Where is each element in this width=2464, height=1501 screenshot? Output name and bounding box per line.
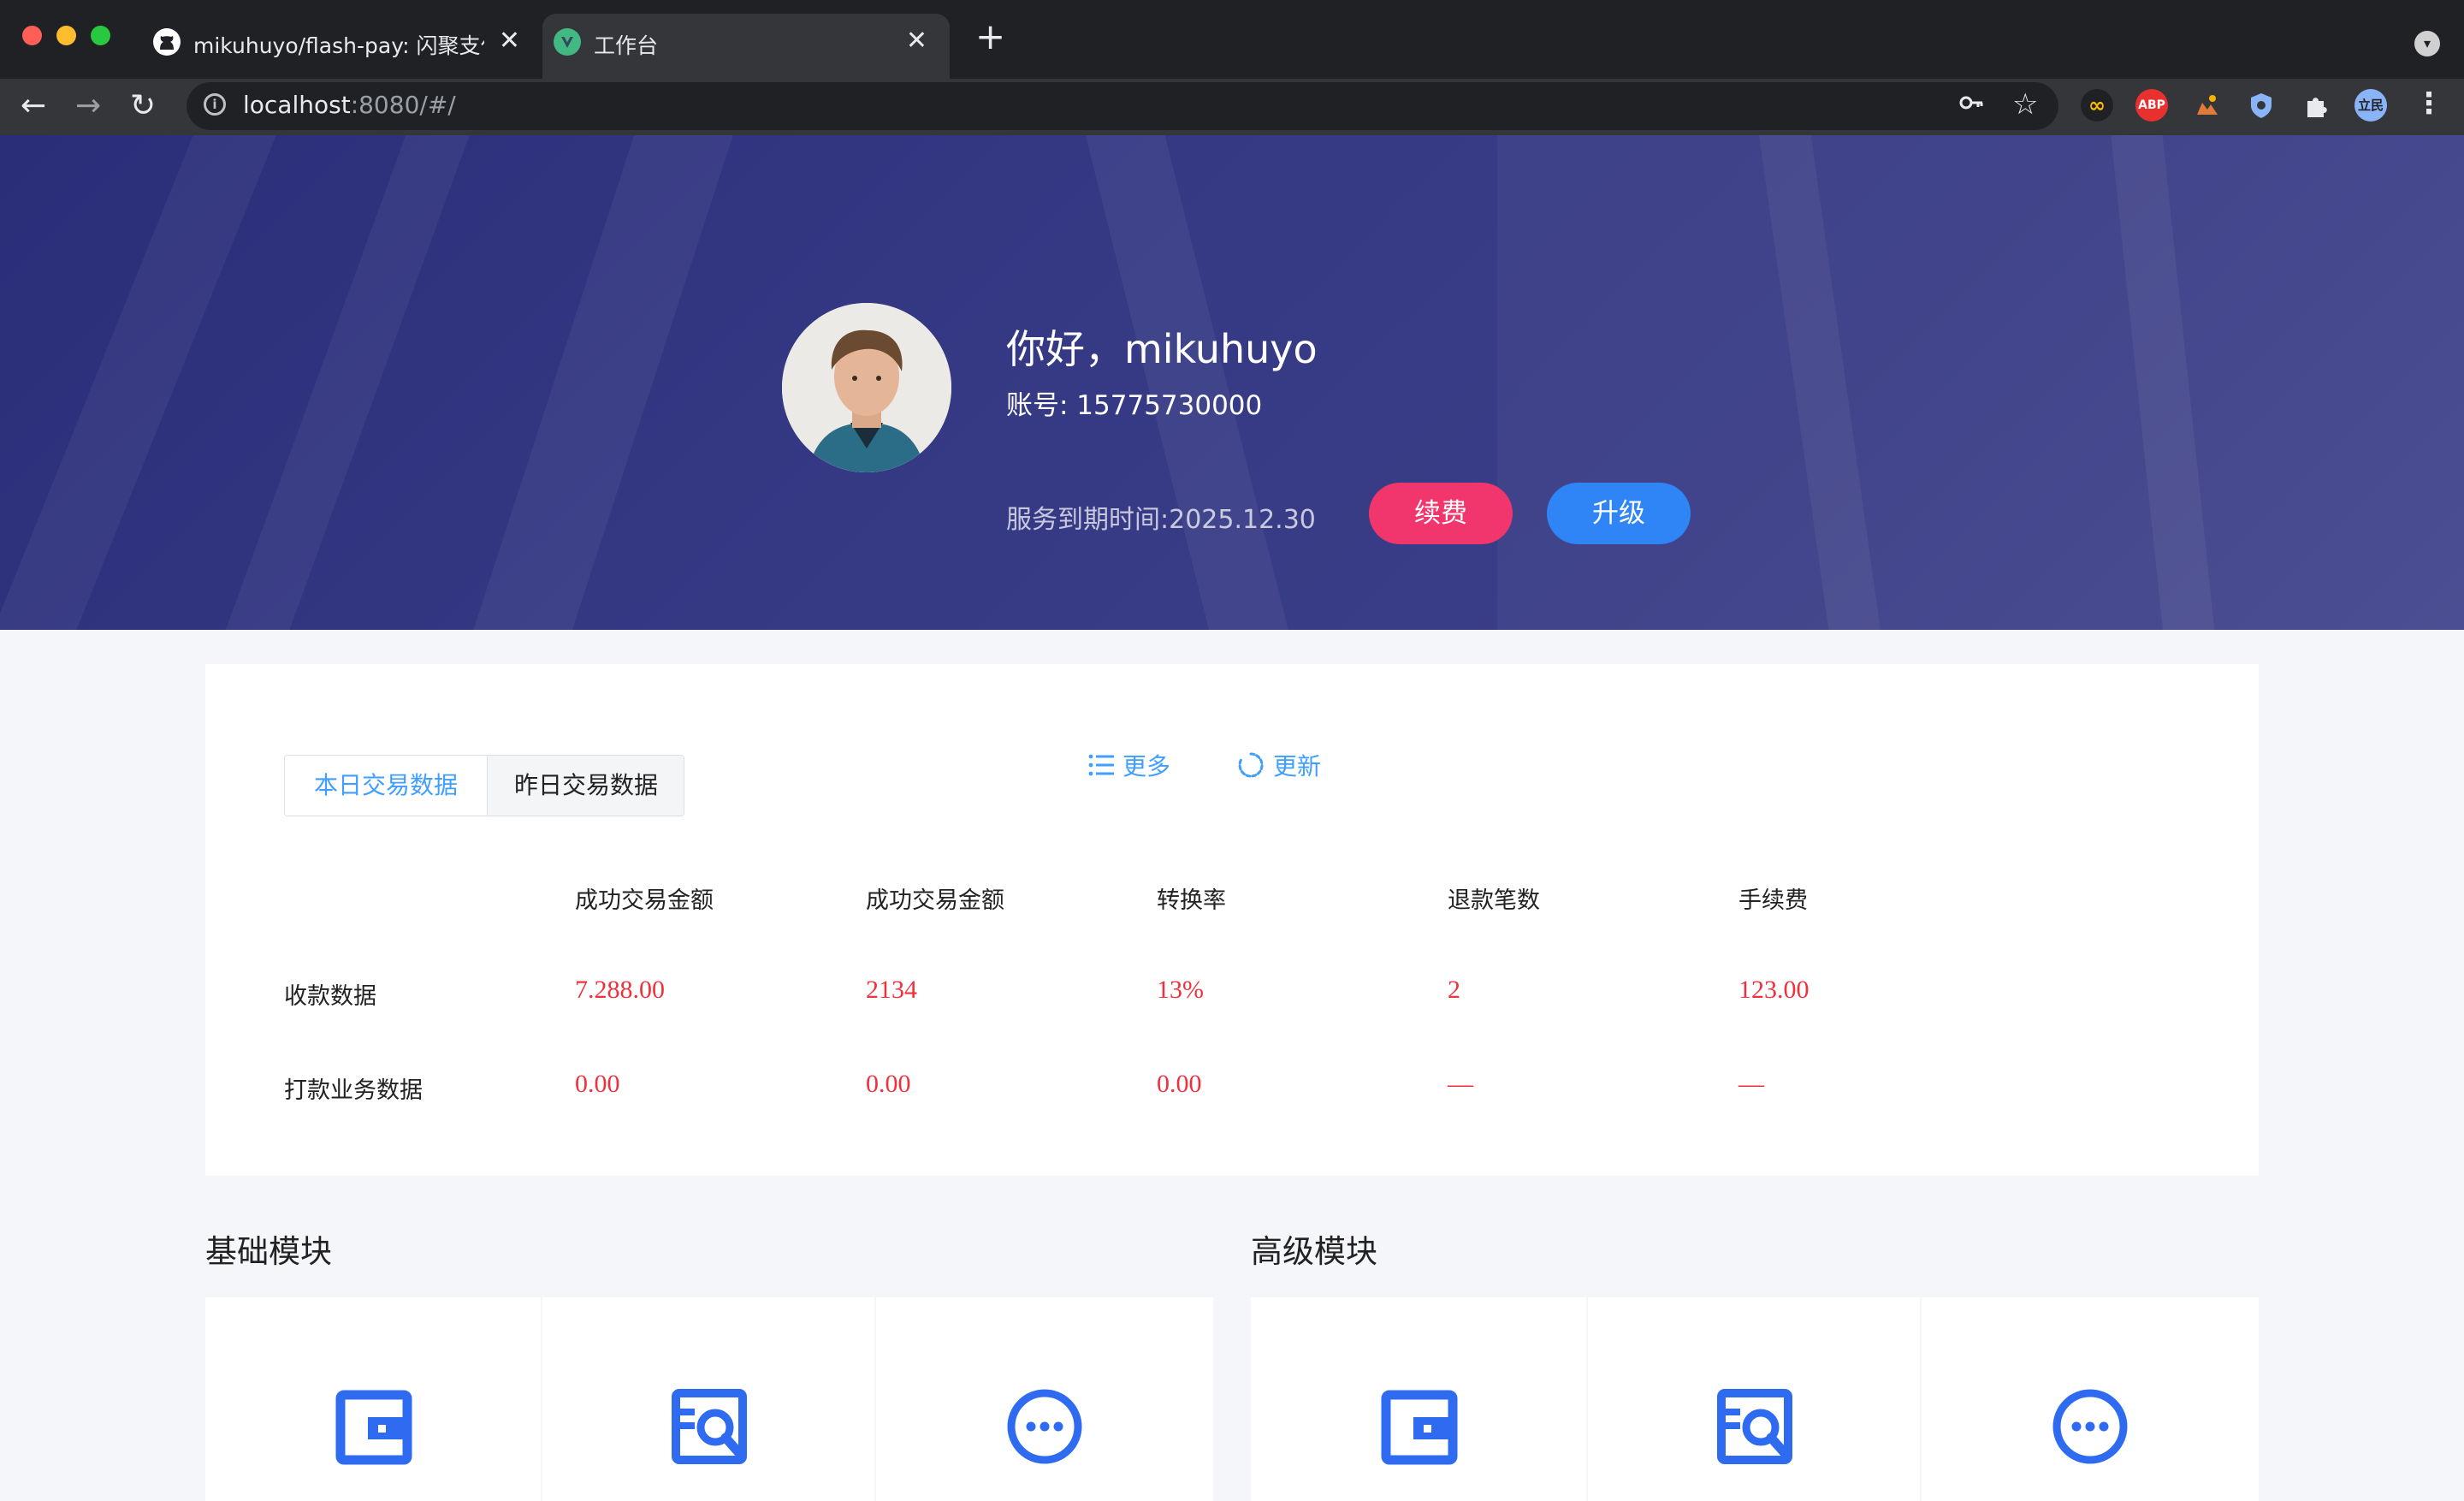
cloud-extension-icon[interactable] (2190, 89, 2223, 122)
column-header: 手续费 (1738, 887, 1808, 914)
more-button[interactable]: 更多 (1088, 748, 1170, 783)
browser-tab-strip: mikuhuyo/flash-pay: 闪聚支付是 ✕ 工作台 ✕ + ▾ (0, 0, 2464, 79)
search-document-icon (671, 1388, 748, 1468)
profile-avatar[interactable]: 立民 (2354, 89, 2387, 122)
column-header: 成功交易金额 (866, 887, 1004, 914)
forward-arrow-icon[interactable]: → (75, 87, 101, 125)
wallet-icon (335, 1388, 412, 1468)
refresh-icon (1237, 751, 1265, 785)
building-decoration (1077, 135, 1310, 630)
close-tab-icon[interactable]: ✕ (906, 26, 927, 56)
more-dots-icon (1006, 1388, 1083, 1468)
hero-banner: 你好，mikuhuyo 账号: 15775730000 服务到期时间:2025.… (0, 135, 2464, 630)
table-cell: — (1448, 1070, 1473, 1098)
table-cell: 0.00 (866, 1070, 911, 1098)
account-number: 账号: 15775730000 (1006, 390, 1263, 421)
shield-extension-icon[interactable] (2245, 89, 2277, 122)
service-expiry: 服务到期时间:2025.12.30 (1006, 505, 1316, 535)
building-decoration (0, 135, 282, 630)
tab-title: 工作台 (594, 33, 659, 58)
module-card-wallet[interactable] (205, 1297, 541, 1501)
bookmark-star-icon[interactable]: ☆ (2012, 87, 2038, 122)
close-window-button[interactable] (22, 26, 42, 45)
table-cell: — (1738, 1070, 1764, 1098)
back-arrow-icon[interactable]: ← (21, 87, 46, 125)
browser-menu-icon[interactable]: ⋮ (2413, 89, 2445, 122)
column-header: 成功交易金额 (575, 887, 714, 914)
url-text[interactable]: localhost:8080/#/ (243, 91, 456, 119)
transaction-stats-card: 本日交易数据 昨日交易数据 更多 更新 成功交易金额 成功交易金额 转换率 退款… (205, 664, 2259, 1176)
renew-button[interactable]: 续费 (1369, 483, 1513, 544)
module-card-wallet[interactable] (1251, 1297, 1586, 1501)
abp-extension-icon[interactable]: ABP (2135, 89, 2168, 122)
module-card-query[interactable] (542, 1297, 874, 1501)
url-host: localhost (243, 91, 351, 119)
section-title-advanced: 高级模块 (1251, 1233, 1377, 1270)
building-decoration (1497, 135, 2464, 630)
github-icon (152, 27, 181, 56)
browser-tab-workbench[interactable]: 工作台 ✕ (542, 14, 950, 79)
wallet-icon (1381, 1388, 1458, 1468)
table-cell: 2 (1448, 976, 1460, 1004)
url-path: :8080/#/ (350, 91, 456, 119)
search-document-icon (1716, 1388, 1793, 1468)
module-card-more[interactable] (1922, 1297, 2259, 1501)
more-dots-icon (2052, 1388, 2129, 1468)
row-label-payout: 打款业务数据 (284, 1077, 423, 1104)
zoom-window-button[interactable] (91, 26, 110, 45)
table-cell: 7.288.00 (575, 976, 665, 1004)
building-decoration (449, 135, 740, 630)
tab-title: mikuhuyo/flash-pay: 闪聚支付是 (193, 33, 484, 58)
section-title-basic: 基础模块 (205, 1233, 332, 1270)
minimize-window-button[interactable] (56, 26, 76, 45)
row-label-collection: 收款数据 (284, 983, 376, 1010)
list-icon (1088, 753, 1114, 783)
table-cell: 0.00 (575, 1070, 620, 1098)
avatar (782, 303, 951, 472)
reload-icon[interactable]: ↻ (130, 87, 156, 125)
table-cell: 0.00 (1157, 1070, 1202, 1098)
column-header: 退款笔数 (1448, 887, 1540, 914)
refresh-button[interactable]: 更新 (1237, 748, 1321, 785)
key-icon[interactable] (1958, 89, 1985, 123)
close-tab-icon[interactable]: ✕ (499, 26, 520, 56)
table-cell: 123.00 (1738, 976, 1810, 1004)
vue-icon (553, 27, 582, 56)
infinity-extension-icon[interactable]: ∞ (2081, 89, 2113, 122)
puzzle-extensions-icon[interactable] (2300, 89, 2332, 122)
table-cell: 13% (1157, 976, 1204, 1004)
table-cell: 2134 (866, 976, 917, 1004)
browser-tab-github[interactable]: mikuhuyo/flash-pay: 闪聚支付是 ✕ (142, 14, 542, 79)
module-card-more[interactable] (876, 1297, 1213, 1501)
greeting-text: 你好，mikuhuyo (1006, 326, 1318, 372)
address-bar[interactable]: i localhost:8080/#/ ☆ (187, 82, 2058, 130)
module-card-query[interactable] (1588, 1297, 1920, 1501)
tab-yesterday[interactable]: 昨日交易数据 (487, 756, 684, 816)
tab-search-chevron-icon[interactable]: ▾ (2414, 31, 2440, 56)
new-tab-button[interactable]: + (975, 19, 1005, 55)
column-header: 转换率 (1157, 887, 1226, 914)
date-tab-group: 本日交易数据 昨日交易数据 (284, 755, 684, 816)
site-info-icon[interactable]: i (204, 93, 226, 116)
refresh-label: 更新 (1273, 752, 1322, 780)
upgrade-button[interactable]: 升级 (1547, 483, 1691, 544)
tab-today[interactable]: 本日交易数据 (285, 756, 487, 816)
more-label: 更多 (1122, 752, 1171, 780)
